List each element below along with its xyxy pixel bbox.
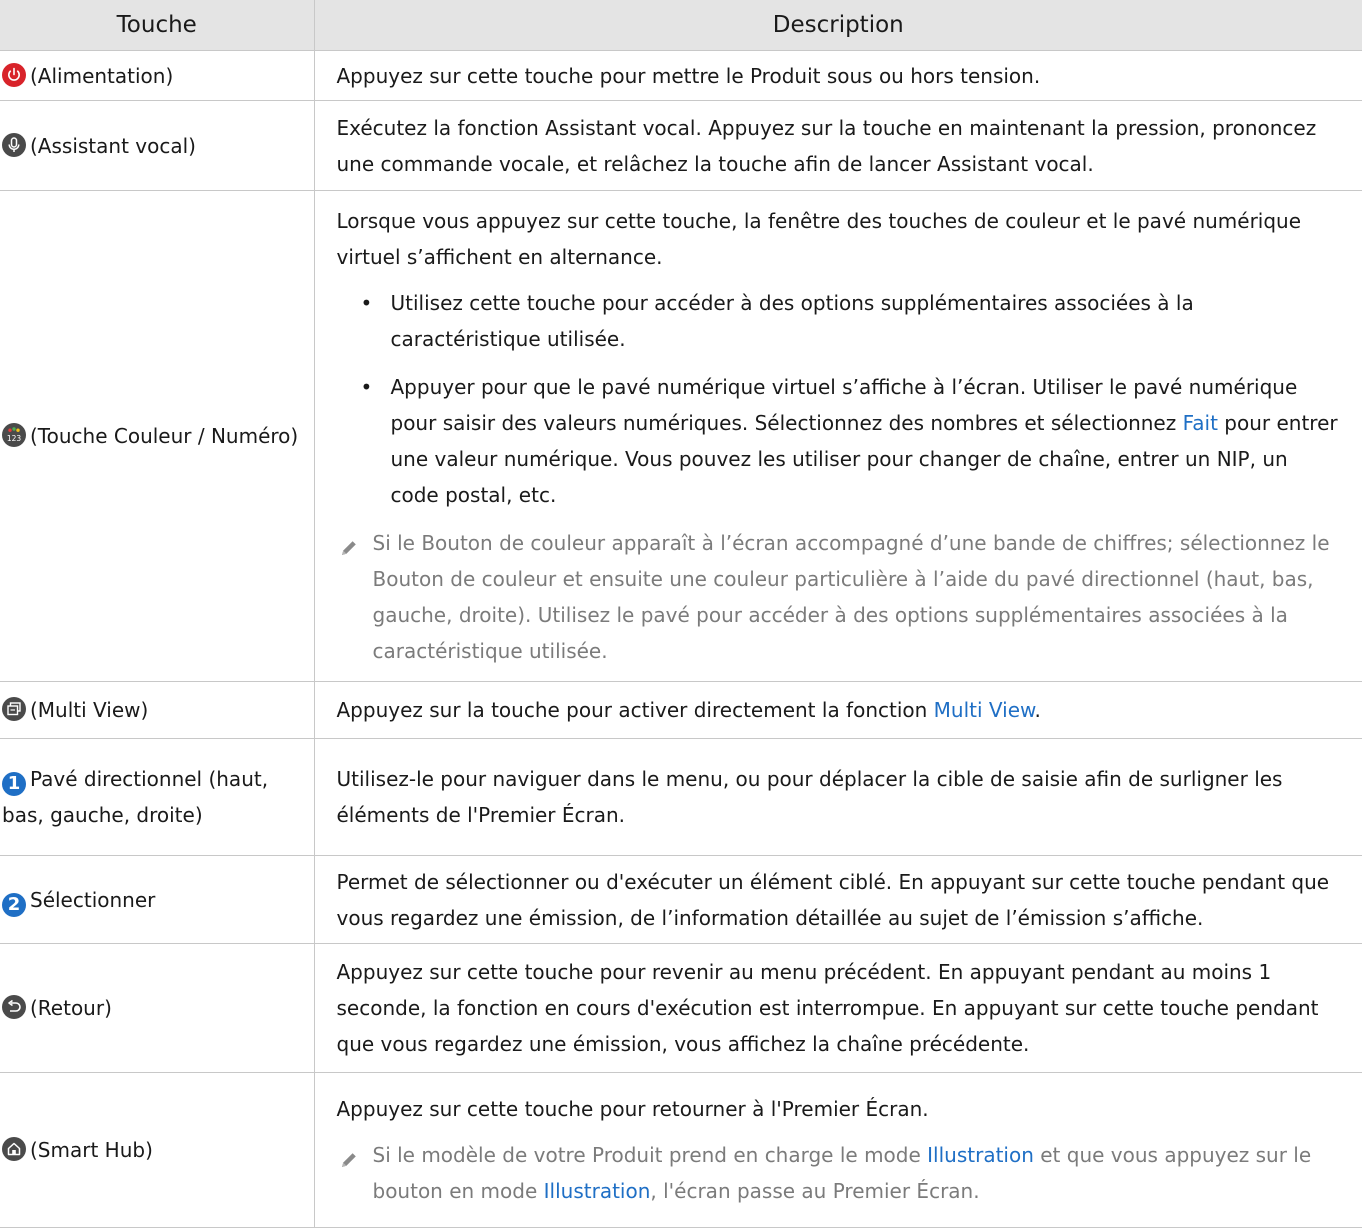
illustration-link: Illustration — [543, 1179, 651, 1203]
desc-text: Appuyez sur cette touche pour revenir au… — [336, 960, 1319, 1056]
desc-text: Appuyez sur cette touche pour retourner … — [336, 1097, 929, 1121]
table-row: (Retour) Appuyez sur cette touche pour r… — [0, 943, 1362, 1073]
key-cell-select: 2 Sélectionner — [0, 855, 315, 944]
desc-cell: Utilisez-le pour naviguer dans le menu, … — [313, 738, 1362, 856]
key-cell-dpad: 1 Pavé directionnel (haut, bas, gauche, d… — [0, 738, 315, 856]
key-cell-multiview: (Multi View) — [0, 681, 315, 739]
key-label: (Smart Hub) — [30, 1138, 153, 1162]
desc-text: Appuyez sur la touche pour activer direc… — [336, 698, 1041, 722]
table-row: 123 (Touche Couleur / Numéro) Lorsque vo… — [0, 190, 1362, 682]
note: Si le modèle de votre Produit prend en c… — [337, 1137, 1343, 1209]
table-row: 1 Pavé directionnel (haut, bas, gauche, d… — [0, 738, 1362, 856]
note-text: Si le modèle de votre Produit prend en c… — [372, 1143, 921, 1167]
key-label: (Assistant vocal) — [30, 133, 196, 158]
number-badge-icon: 1 — [2, 772, 26, 796]
key-label: Pavé directionnel (haut, bas, gauche, dr… — [2, 767, 269, 827]
list-item: • Appuyer pour que le pavé numérique virt… — [360, 375, 1338, 507]
pencil-icon — [339, 533, 359, 569]
table-row: (Smart Hub) Appuyez sur cette touche pou… — [0, 1072, 1362, 1228]
multi-view-link: Multi View — [933, 698, 1035, 722]
header-description: Description — [313, 0, 1362, 51]
number-badge-icon: 2 — [2, 892, 26, 917]
note-text: , l'écran passe au Premier Écran. — [650, 1179, 980, 1203]
color-number-icon: 123 — [2, 423, 26, 447]
bullet-list: • Utilisez cette touche pour accéder à de… — [337, 285, 1343, 513]
bullet-text: Appuyer pour que le pavé numérique virtu… — [390, 375, 1298, 435]
key-cell-home: (Smart Hub) — [0, 1072, 315, 1228]
key-label: (Multi View) — [30, 698, 149, 722]
table-header-row: Touche Description — [0, 0, 1362, 51]
list-item: • Utilisez cette touche pour accéder à de… — [360, 291, 1194, 351]
table-row: 2 Sélectionner Permet de sélectionner ou … — [0, 855, 1362, 944]
key-cell-color: 123 (Touche Couleur / Numéro) — [0, 190, 315, 682]
table-row: (Alimentation) Appuyez sur cette touche … — [0, 50, 1362, 101]
header-touche: Touche — [0, 0, 315, 51]
pencil-icon — [339, 1145, 359, 1181]
microphone-icon — [2, 132, 26, 157]
key-label: (Alimentation) — [30, 63, 174, 88]
note: Si le Bouton de couleur apparaît à l’écr… — [337, 525, 1343, 669]
fait-link: Fait — [1182, 411, 1218, 435]
multi-view-icon — [2, 697, 26, 721]
desc-cell: Appuyez sur cette touche pour retourner … — [313, 1072, 1362, 1228]
key-cell-back: (Retour) — [0, 943, 315, 1073]
desc-text: Lorsque vous appuyez sur cette touche, l… — [336, 209, 1302, 269]
bullet-text: Utilisez cette touche pour accéder à des… — [390, 291, 1194, 351]
desc-cell: Lorsque vous appuyez sur cette touche, l… — [313, 190, 1362, 682]
desc-cell: Appuyez sur cette touche pour revenir au… — [313, 943, 1362, 1073]
svg-text:123: 123 — [7, 434, 22, 443]
table-row: (Assistant vocal) Exécutez la fonction A… — [0, 100, 1362, 191]
key-label: (Touche Couleur / Numéro) — [30, 424, 299, 448]
home-icon — [2, 1137, 26, 1161]
illustration-link: Illustration — [927, 1143, 1034, 1167]
desc-text: Exécutez la fonction Assistant vocal. Ap… — [336, 115, 1317, 176]
desc-text: Utilisez-le pour naviguer dans le menu, … — [336, 767, 1283, 827]
return-icon — [2, 995, 26, 1019]
remote-keys-table: Touche Description (Alimentation) Appuye… — [0, 0, 1362, 1228]
key-label: (Retour) — [30, 996, 112, 1020]
desc-cell: Permet de sélectionner ou d'exécuter un … — [313, 855, 1362, 944]
desc-text: Permet de sélectionner ou d'exécuter un … — [336, 869, 1330, 930]
power-icon — [2, 62, 26, 87]
note-text: Si le Bouton de couleur apparaît à l’écr… — [372, 531, 1330, 663]
table-row: (Multi View) Appuyez sur la touche pour … — [0, 681, 1362, 739]
desc-cell: Appuyez sur la touche pour activer direc… — [313, 681, 1362, 739]
desc-cell: Exécutez la fonction Assistant vocal. Ap… — [313, 100, 1362, 191]
key-cell-power: (Alimentation) — [0, 50, 315, 101]
key-cell-voice: (Assistant vocal) — [0, 100, 315, 191]
desc-text: Appuyez sur cette touche pour mettre le … — [336, 63, 1041, 88]
key-label: Sélectionner — [30, 887, 156, 912]
desc-cell: Appuyez sur cette touche pour mettre le … — [313, 50, 1362, 101]
